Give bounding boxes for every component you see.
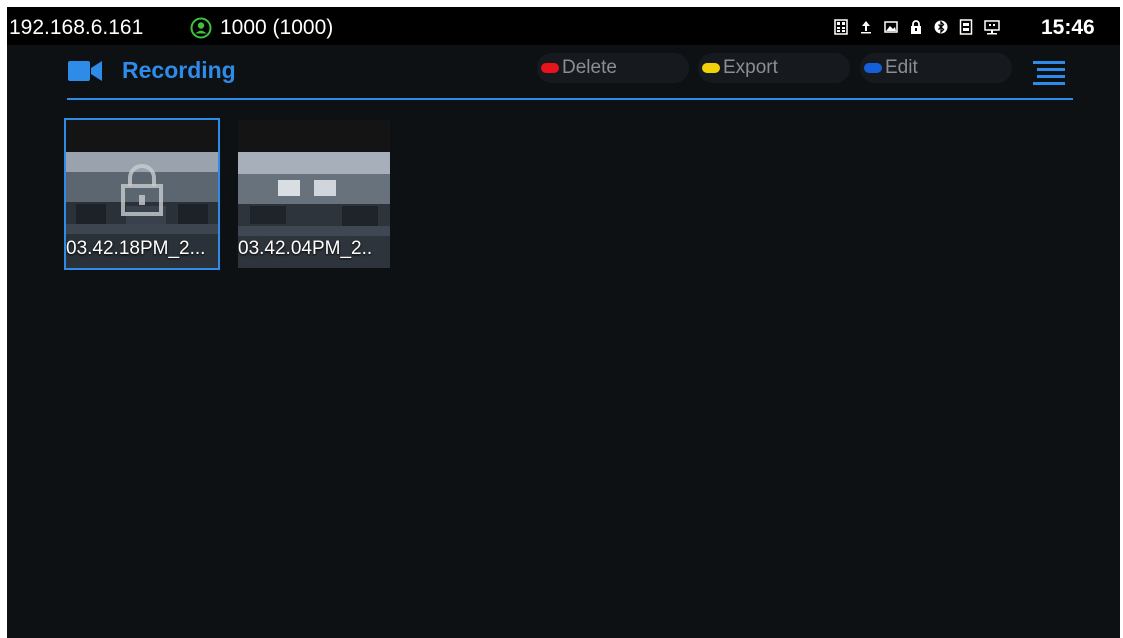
red-key-icon bbox=[541, 63, 559, 73]
delete-button[interactable]: Delete bbox=[537, 53, 689, 83]
lock-icon bbox=[121, 164, 163, 216]
recording-item[interactable]: 03.42.04PM_2.. bbox=[238, 120, 390, 268]
blue-key-icon bbox=[864, 63, 882, 73]
status-bar: 192.168.6.161 1000 (1000) 15:46 bbox=[7, 7, 1120, 45]
recording-filename: 03.42.18PM_2... bbox=[66, 238, 206, 259]
video-camera-icon bbox=[68, 61, 102, 81]
export-label: Export bbox=[723, 57, 778, 78]
user-circle-icon bbox=[190, 17, 212, 39]
upload-icon bbox=[859, 19, 873, 35]
network-icon bbox=[984, 19, 1000, 35]
screen: 192.168.6.161 1000 (1000) 15:46 Recordin… bbox=[7, 7, 1120, 638]
image-icon bbox=[884, 19, 898, 35]
clock: 15:46 bbox=[1041, 16, 1095, 39]
account-status: 1000 (1000) bbox=[190, 16, 333, 40]
sim-icon bbox=[959, 19, 973, 35]
delete-label: Delete bbox=[562, 57, 617, 78]
edit-button[interactable]: Edit bbox=[860, 53, 1012, 83]
ip-address: 192.168.6.161 bbox=[9, 16, 144, 39]
menu-icon[interactable] bbox=[1033, 60, 1069, 86]
bluetooth-icon bbox=[934, 19, 948, 35]
recording-item[interactable]: 03.42.18PM_2... bbox=[64, 118, 220, 270]
calculator-icon bbox=[834, 19, 848, 35]
recording-filename: 03.42.04PM_2.. bbox=[238, 238, 373, 259]
lock-icon bbox=[909, 19, 923, 35]
edit-label: Edit bbox=[885, 57, 918, 78]
account-label: 1000 (1000) bbox=[220, 16, 334, 39]
page-title: Recording bbox=[122, 57, 236, 83]
yellow-key-icon bbox=[702, 63, 720, 73]
app-header: Recording Delete Export Edit bbox=[7, 45, 1120, 100]
status-icons bbox=[834, 17, 1009, 37]
export-button[interactable]: Export bbox=[698, 53, 850, 83]
header-divider bbox=[67, 98, 1073, 100]
